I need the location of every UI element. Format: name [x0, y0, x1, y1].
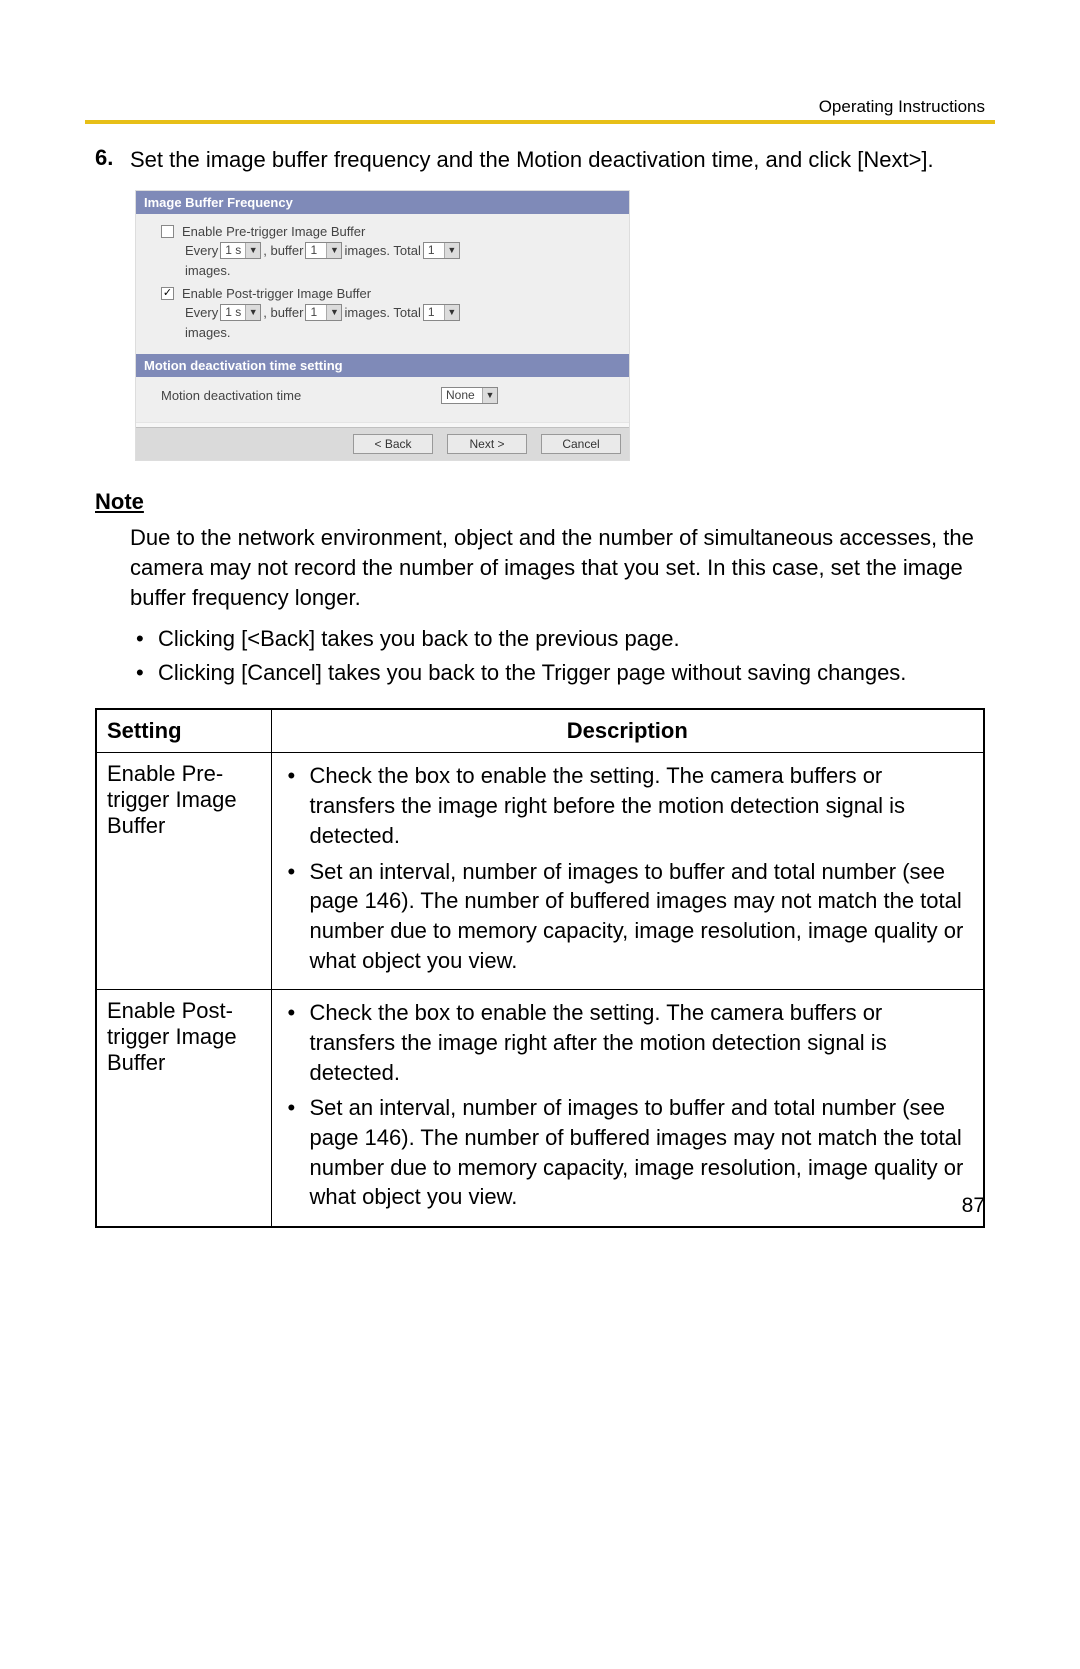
note-bullet: Clicking [<Back] takes you back to the p… [130, 624, 985, 654]
description-cell: Check the box to enable the setting. The… [271, 753, 984, 990]
post-buffer-label: , buffer [263, 305, 303, 320]
post-every-select[interactable]: 1 s▼ [220, 304, 261, 321]
chevron-down-icon: ▼ [444, 305, 459, 320]
pre-buffer-label: , buffer [263, 243, 303, 258]
page-number: 87 [962, 1194, 985, 1218]
chevron-down-icon: ▼ [482, 388, 497, 403]
pre-total-select[interactable]: 1▼ [423, 242, 460, 259]
chevron-down-icon: ▼ [444, 243, 459, 258]
col-setting: Setting [96, 709, 271, 753]
post-every-label: Every [185, 305, 218, 320]
divider-rule [85, 120, 995, 124]
pre-trailing: images. [185, 263, 231, 278]
checkbox-pre-trigger-label: Enable Pre-trigger Image Buffer [182, 224, 365, 239]
post-buffer-select[interactable]: 1▼ [305, 304, 342, 321]
chevron-down-icon: ▼ [245, 243, 260, 258]
desc-item: Check the box to enable the setting. The… [282, 998, 974, 1087]
note-bullet-list: Clicking [<Back] takes you back to the p… [130, 624, 985, 689]
motion-deactivation-select[interactable]: None▼ [441, 387, 498, 404]
step-number: 6. [95, 145, 130, 175]
desc-item: Check the box to enable the setting. The… [282, 761, 974, 850]
note-bullet: Clicking [Cancel] takes you back to the … [130, 658, 985, 688]
motion-deactivation-label: Motion deactivation time [161, 388, 441, 403]
header-label: Operating Instructions [819, 97, 985, 117]
pre-every-select[interactable]: 1 s▼ [220, 242, 261, 259]
pre-buffer-select[interactable]: 1▼ [305, 242, 342, 259]
table-row: Enable Pre-trigger Image Buffer Check th… [96, 753, 984, 990]
desc-item: Set an interval, number of images to buf… [282, 857, 974, 976]
settings-table: Setting Description Enable Pre-trigger I… [95, 708, 985, 1228]
description-cell: Check the box to enable the setting. The… [271, 990, 984, 1227]
setting-cell: Enable Pre-trigger Image Buffer [96, 753, 271, 990]
checkbox-pre-trigger[interactable] [161, 225, 174, 238]
cancel-button[interactable]: Cancel [541, 434, 621, 454]
pre-images-label: images. Total [344, 243, 420, 258]
step-text: Set the image buffer frequency and the M… [130, 145, 934, 175]
post-images-label: images. Total [344, 305, 420, 320]
note-body: Due to the network environment, object a… [130, 523, 985, 614]
next-button[interactable]: Next > [447, 434, 527, 454]
checkbox-post-trigger-label: Enable Post-trigger Image Buffer [182, 286, 371, 301]
section-motion-deactivation: Motion deactivation time setting [136, 354, 629, 377]
chevron-down-icon: ▼ [326, 305, 341, 320]
back-button[interactable]: < Back [353, 434, 433, 454]
chevron-down-icon: ▼ [245, 305, 260, 320]
table-row: Enable Post-trigger Image Buffer Check t… [96, 990, 984, 1227]
chevron-down-icon: ▼ [326, 243, 341, 258]
post-total-select[interactable]: 1▼ [423, 304, 460, 321]
setting-cell: Enable Post-trigger Image Buffer [96, 990, 271, 1227]
desc-item: Set an interval, number of images to buf… [282, 1093, 974, 1212]
config-dialog: Image Buffer Frequency Enable Pre-trigge… [135, 190, 630, 461]
note-heading: Note [95, 489, 985, 515]
checkbox-post-trigger[interactable]: ✓ [161, 287, 174, 300]
section-image-buffer-frequency: Image Buffer Frequency [136, 191, 629, 214]
pre-every-label: Every [185, 243, 218, 258]
col-description: Description [271, 709, 984, 753]
post-trailing: images. [185, 325, 231, 340]
